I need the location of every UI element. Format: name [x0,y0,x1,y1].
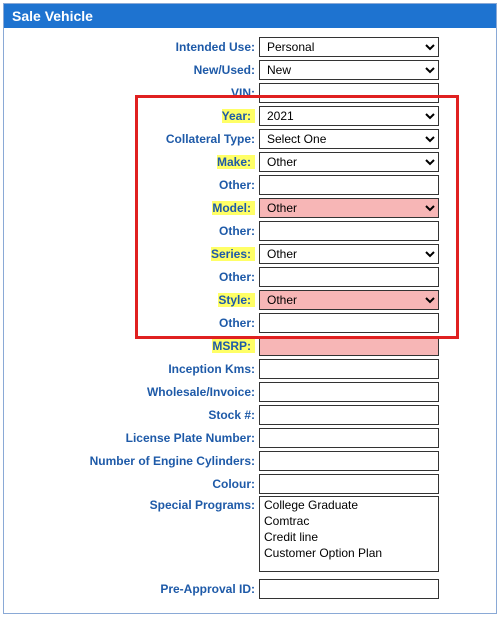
special-programs-listbox[interactable]: College GraduateComtracCredit lineCustom… [259,496,439,572]
pre-approval-input[interactable] [259,579,439,599]
series-other-input[interactable] [259,267,439,287]
collateral-type-select[interactable]: Select One [259,129,439,149]
series-other-label: Other: [4,270,259,284]
series-label: Series: [211,247,255,261]
list-item[interactable]: Comtrac [260,513,438,529]
style-other-label: Other: [4,316,259,330]
year-label: Year: [222,109,255,123]
style-label: Style: [218,293,255,307]
make-select[interactable]: Other [259,152,439,172]
model-label: Model: [212,201,255,215]
pre-approval-label: Pre-Approval ID: [4,582,259,596]
cylinders-label: Number of Engine Cylinders: [4,454,259,468]
colour-label: Colour: [4,477,259,491]
make-label: Make: [217,155,255,169]
style-select[interactable]: Other [259,290,439,310]
plate-input[interactable] [259,428,439,448]
year-select[interactable]: 2021 [259,106,439,126]
vin-input[interactable] [259,83,439,103]
vin-label: VIN: [4,86,259,100]
special-programs-label: Special Programs: [4,496,259,512]
new-used-select[interactable]: New [259,60,439,80]
series-select[interactable]: Other [259,244,439,264]
stock-input[interactable] [259,405,439,425]
msrp-input[interactable] [259,336,439,356]
inception-kms-input[interactable] [259,359,439,379]
form-area: Intended Use: Personal New/Used: New VIN… [4,28,496,613]
list-item[interactable]: Customer Option Plan [260,545,438,561]
collateral-type-label: Collateral Type: [4,132,259,146]
new-used-label: New/Used: [4,63,259,77]
sale-vehicle-panel: Sale Vehicle Intended Use: Personal New/… [3,3,497,614]
plate-label: License Plate Number: [4,431,259,445]
stock-label: Stock #: [4,408,259,422]
model-other-input[interactable] [259,221,439,241]
wholesale-input[interactable] [259,382,439,402]
intended-use-select[interactable]: Personal [259,37,439,57]
style-other-input[interactable] [259,313,439,333]
model-other-label: Other: [4,224,259,238]
list-item[interactable]: College Graduate [260,497,438,513]
msrp-label: MSRP: [212,339,255,353]
wholesale-label: Wholesale/Invoice: [4,385,259,399]
list-item[interactable]: Credit line [260,529,438,545]
panel-title: Sale Vehicle [4,4,496,28]
colour-input[interactable] [259,474,439,494]
intended-use-label: Intended Use: [4,40,259,54]
make-other-input[interactable] [259,175,439,195]
inception-kms-label: Inception Kms: [4,362,259,376]
model-select[interactable]: Other [259,198,439,218]
make-other-label: Other: [4,178,259,192]
cylinders-input[interactable] [259,451,439,471]
